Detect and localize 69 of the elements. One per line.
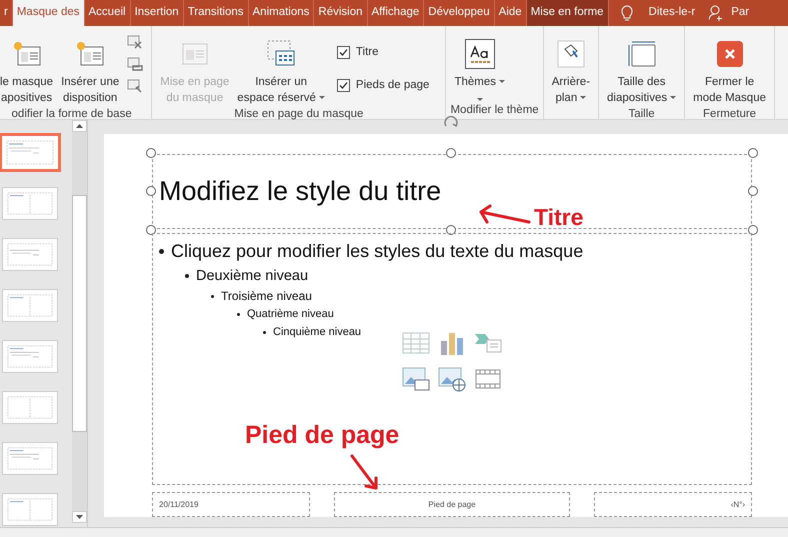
- bullet-icon: [185, 274, 189, 278]
- person-icon: [709, 5, 724, 21]
- resize-handle[interactable]: [748, 225, 758, 236]
- slide-thumbnail[interactable]: [2, 442, 58, 475]
- annotation-label: Titre: [534, 206, 584, 229]
- body-text: Troisième niveau: [221, 288, 312, 304]
- footer-placeholder[interactable]: Pied de page: [334, 492, 570, 517]
- delete-layout-icon[interactable]: [127, 34, 144, 50]
- scroll-up-icon[interactable]: [72, 120, 87, 132]
- body-text: Deuxième niveau: [196, 266, 308, 285]
- share-button[interactable]: Par: [731, 4, 750, 22]
- tell-me-field[interactable]: Dites-le-r: [640, 4, 696, 22]
- ribbon-button[interactable]: Insérer une disposition: [57, 30, 124, 106]
- date-placeholder[interactable]: 20/11/2019: [152, 492, 310, 517]
- bullet-icon: [211, 294, 214, 298]
- ribbon-button[interactable]: Arrière- plan: [548, 30, 594, 106]
- checkbox[interactable]: [336, 79, 350, 92]
- group-label: Mise en page du masque: [233, 107, 364, 122]
- group-label: Modifier le thème: [450, 103, 539, 118]
- resize-handle[interactable]: [748, 186, 758, 196]
- slide-thumbnail[interactable]: [2, 493, 58, 526]
- rename-icon[interactable]: [127, 56, 144, 72]
- checkbox-option[interactable]: Titre: [336, 44, 430, 62]
- resize-handle[interactable]: [446, 148, 456, 158]
- resize-handle[interactable]: [146, 225, 156, 236]
- bullet-icon: [263, 331, 266, 334]
- group-label: Fermeture: [702, 107, 758, 122]
- scroll-down-icon[interactable]: [72, 511, 87, 523]
- resize-handle[interactable]: [748, 148, 758, 158]
- caret-icon: [318, 96, 325, 100]
- body-text: Cliquez pour modifier les styles du texte du masque: [171, 240, 584, 263]
- resize-handle[interactable]: [446, 225, 456, 236]
- ribbon-button[interactable]: le masque apositives: [0, 30, 58, 106]
- group-label: Taille: [627, 107, 656, 122]
- resize-handle[interactable]: [146, 148, 156, 158]
- body-text: Quatrième niveau: [247, 308, 334, 322]
- caret-icon: [499, 80, 506, 84]
- bullet-icon: [159, 249, 164, 254]
- body-text: Cinquième niveau: [273, 326, 362, 340]
- number-placeholder[interactable]: ‹N°›: [594, 492, 752, 517]
- ribbon-tab[interactable]: Masque des: [12, 0, 84, 26]
- preserve-icon[interactable]: [127, 78, 144, 94]
- caret-icon: [670, 96, 676, 100]
- slide-thumbnail[interactable]: [2, 238, 58, 271]
- ribbon-button[interactable]: Thèmes: [450, 30, 510, 102]
- slide-thumbnail[interactable]: [2, 289, 58, 322]
- scroll-thumb[interactable]: [72, 195, 87, 432]
- resize-handle[interactable]: [146, 186, 156, 196]
- themes-icon: [464, 39, 495, 69]
- caret-icon: [476, 98, 483, 102]
- annotation-label: Pied de page: [245, 420, 400, 451]
- slide-title: Modifiez le style du titre: [159, 175, 442, 208]
- group-label: odifier la forme de base: [10, 107, 133, 122]
- lightbulb-icon: [620, 5, 633, 21]
- ribbon-button[interactable]: Taille des diapositives: [603, 30, 680, 106]
- checkbox[interactable]: [336, 46, 350, 60]
- caret-icon: [580, 96, 586, 100]
- close-icon: [716, 41, 743, 67]
- ribbon-button[interactable]: Fermer le mode Masque: [689, 30, 770, 106]
- background-icon: [556, 39, 586, 69]
- ribbon-tab[interactable]: Mise en forme: [526, 0, 609, 26]
- ribbon-button[interactable]: Insérer un espace réservé: [233, 30, 329, 106]
- slide-thumbnail[interactable]: [2, 136, 58, 169]
- checkbox-option[interactable]: Pieds de page: [336, 77, 430, 94]
- slide-size-icon: [626, 39, 657, 69]
- slide-thumbnail[interactable]: [2, 391, 58, 424]
- slide-thumbnail[interactable]: [2, 340, 58, 373]
- bullet-icon: [237, 313, 240, 316]
- slide-thumbnail[interactable]: [2, 187, 58, 220]
